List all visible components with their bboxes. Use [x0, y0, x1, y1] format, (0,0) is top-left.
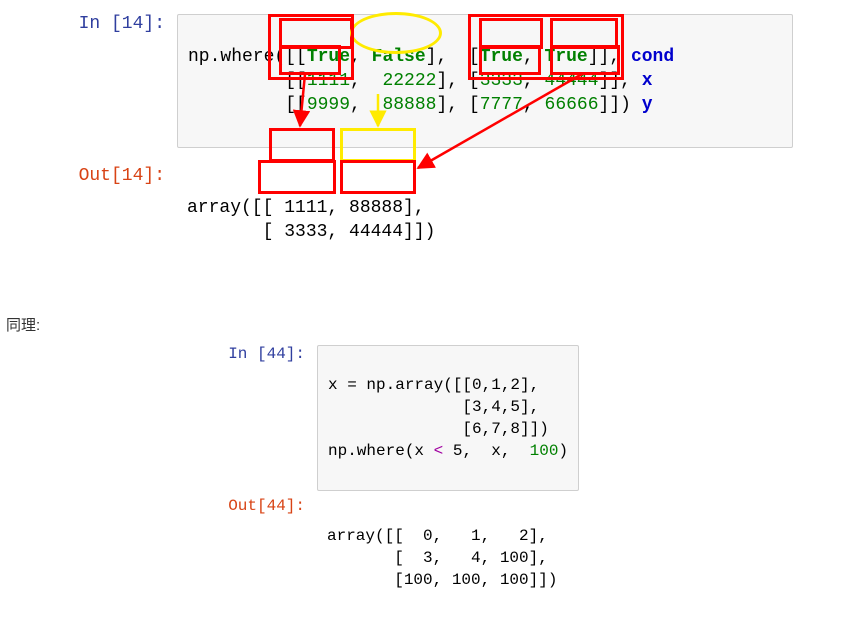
output-line: [100, 100, 100]]) [327, 571, 557, 589]
output-line: [ 3, 4, 100], [327, 549, 548, 567]
bool-true: True [545, 47, 588, 67]
code-text: ], [ [426, 47, 480, 67]
code-input-14: np.where([[True, False], [True, True]], … [177, 14, 793, 148]
code-text: 5, x, [443, 442, 529, 460]
out-prompt-44: Out[44]: [140, 497, 317, 515]
num: 22222 [382, 71, 436, 91]
code-text: np.where([[ [188, 47, 307, 67]
num: 1111 [307, 71, 350, 91]
annotation-cond: cond [620, 47, 674, 67]
code-text: , [523, 71, 545, 91]
code-text: , [523, 95, 545, 115]
code-line: [3,4,5], [328, 398, 539, 416]
bool-false: False [372, 47, 426, 67]
code-input-44: x = np.array([[0,1,2], [3,4,5], [6,7,8]]… [317, 345, 579, 491]
code-text: np.where(x [328, 442, 434, 460]
out-prompt-14: Out[14]: [0, 166, 177, 186]
code-text: ) [558, 442, 568, 460]
operator-lt: < [434, 442, 444, 460]
annotation-y: y [631, 95, 653, 115]
code-text: ], [ [436, 71, 479, 91]
code-text: [[ [188, 95, 307, 115]
in-prompt-14: In [14]: [0, 14, 177, 34]
note-text: 同理: [6, 314, 846, 335]
code-text: , [350, 95, 382, 115]
in-prompt-44: In [44]: [140, 345, 317, 363]
code-text: ]], [588, 47, 620, 67]
code-text: ], [ [436, 95, 479, 115]
output-line: array([[ 1111, 88888], [187, 198, 425, 218]
num: 7777 [480, 95, 523, 115]
code-text: ]], [599, 71, 631, 91]
code-output-14: array([[ 1111, 88888], [ 3333, 44444]]) [177, 166, 445, 274]
num: 44444 [545, 71, 599, 91]
code-text: , [350, 47, 372, 67]
output-line: [ 3333, 44444]]) [187, 222, 435, 242]
num: 9999 [307, 95, 350, 115]
annotation-x: x [631, 71, 653, 91]
num: 100 [530, 442, 559, 460]
code-text: ]]) [599, 95, 631, 115]
bool-true: True [480, 47, 523, 67]
code-line: x = np.array([[0,1,2], [328, 376, 539, 394]
bool-true: True [307, 47, 350, 67]
num: 88888 [382, 95, 436, 115]
num: 3333 [480, 71, 523, 91]
output-line: array([[ 0, 1, 2], [327, 527, 548, 545]
num: 66666 [545, 95, 599, 115]
code-output-44: array([[ 0, 1, 2], [ 3, 4, 100], [100, 1… [317, 497, 567, 619]
code-text: , [350, 71, 382, 91]
code-text: , [523, 47, 545, 67]
code-line: [6,7,8]]) [328, 420, 549, 438]
code-text: [[ [188, 71, 307, 91]
